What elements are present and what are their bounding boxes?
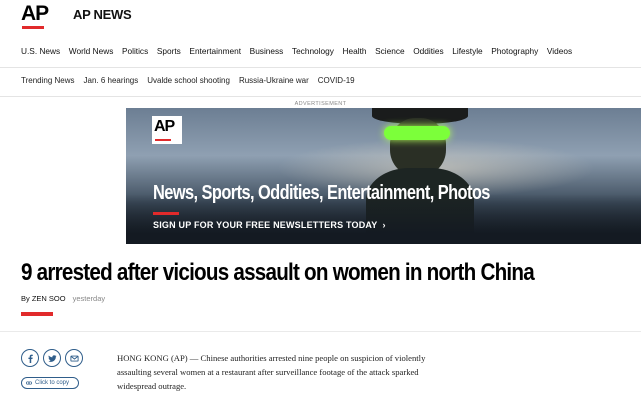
article-title: 9 arrested after vicious assault on wome…	[21, 259, 535, 286]
ad-ap-logo: AP	[152, 116, 182, 144]
link-icon	[26, 381, 32, 385]
nav-item-oddities[interactable]: Oddities	[413, 46, 443, 60]
nav-divider	[0, 67, 641, 68]
copy-link-button[interactable]: Click to copy	[21, 377, 79, 389]
trending-item-russia-ukraine[interactable]: Russia-Ukraine war	[239, 76, 309, 88]
chevron-right-icon: ›	[382, 220, 386, 230]
trending-item-covid19[interactable]: COVID-19	[318, 76, 355, 88]
ad-red-accent	[153, 212, 179, 215]
brand-name[interactable]: AP NEWS	[73, 7, 132, 22]
email-icon	[69, 355, 79, 362]
cta-label: SIGN UP FOR YOUR FREE NEWSLETTERS TODAY	[153, 220, 378, 230]
top-bar: AP AP NEWS	[0, 0, 641, 34]
content-divider	[0, 331, 641, 332]
trending-item-uvalde[interactable]: Uvalde school shooting	[147, 76, 230, 88]
nav-item-technology[interactable]: Technology	[292, 46, 334, 60]
newsletter-signup-link[interactable]: SIGN UP FOR YOUR FREE NEWSLETTERS TODAY ›	[153, 220, 386, 230]
facebook-share-button[interactable]	[21, 349, 39, 367]
nav-item-videos[interactable]: Videos	[547, 46, 572, 60]
email-share-button[interactable]	[65, 349, 83, 367]
nav-item-lifestyle[interactable]: Lifestyle	[452, 46, 482, 60]
share-buttons	[21, 349, 83, 367]
ap-logo-text: AP	[21, 2, 49, 25]
twitter-icon	[47, 354, 57, 362]
primary-nav: U.S. News World News Politics Sports Ent…	[21, 46, 581, 60]
glowing-visor	[384, 126, 450, 140]
trending-item-jan6-hearings[interactable]: Jan. 6 hearings	[84, 76, 139, 88]
nav-item-photography[interactable]: Photography	[491, 46, 538, 60]
title-red-accent	[21, 312, 53, 316]
nav-item-health[interactable]: Health	[343, 46, 367, 60]
body-line: widespread outrage.	[117, 381, 187, 391]
body-line: HONG KONG (AP) — Chinese authorities arr…	[117, 353, 426, 363]
ad-ap-logo-text: AP	[154, 118, 175, 135]
advertisement-label: ADVERTISEMENT	[294, 101, 347, 107]
nav-item-sports[interactable]: Sports	[157, 46, 181, 60]
nav-item-business[interactable]: Business	[250, 46, 284, 60]
author-name[interactable]: By ZEN SOO	[21, 294, 66, 303]
nav-item-science[interactable]: Science	[375, 46, 405, 60]
nav-item-us-news[interactable]: U.S. News	[21, 46, 60, 60]
copy-link-label: Click to copy	[35, 380, 70, 386]
trending-divider	[0, 96, 641, 97]
timestamp: yesterday	[72, 294, 106, 303]
byline: By ZEN SOO yesterday	[21, 294, 105, 303]
twitter-share-button[interactable]	[43, 349, 61, 367]
ap-logo[interactable]: AP	[21, 2, 54, 29]
trending-item-trending-news[interactable]: Trending News	[21, 76, 75, 88]
trending-nav: Trending News Jan. 6 hearings Uvalde sch…	[21, 76, 364, 88]
nav-item-entertainment[interactable]: Entertainment	[189, 46, 241, 60]
nav-item-world-news[interactable]: World News	[69, 46, 114, 60]
facebook-icon	[27, 354, 33, 363]
ad-headline: News, Sports, Oddities, Entertainment, P…	[153, 182, 490, 204]
ap-logo-underline	[22, 26, 44, 29]
body-line: assaulting several women at a restaurant…	[117, 367, 419, 377]
ad-ap-logo-underline	[155, 139, 171, 141]
nav-item-politics[interactable]: Politics	[122, 46, 148, 60]
article-body: HONG KONG (AP) — Chinese authorities arr…	[117, 351, 497, 393]
newsletter-ad-banner[interactable]: AP News, Sports, Oddities, Entertainment…	[126, 108, 641, 244]
